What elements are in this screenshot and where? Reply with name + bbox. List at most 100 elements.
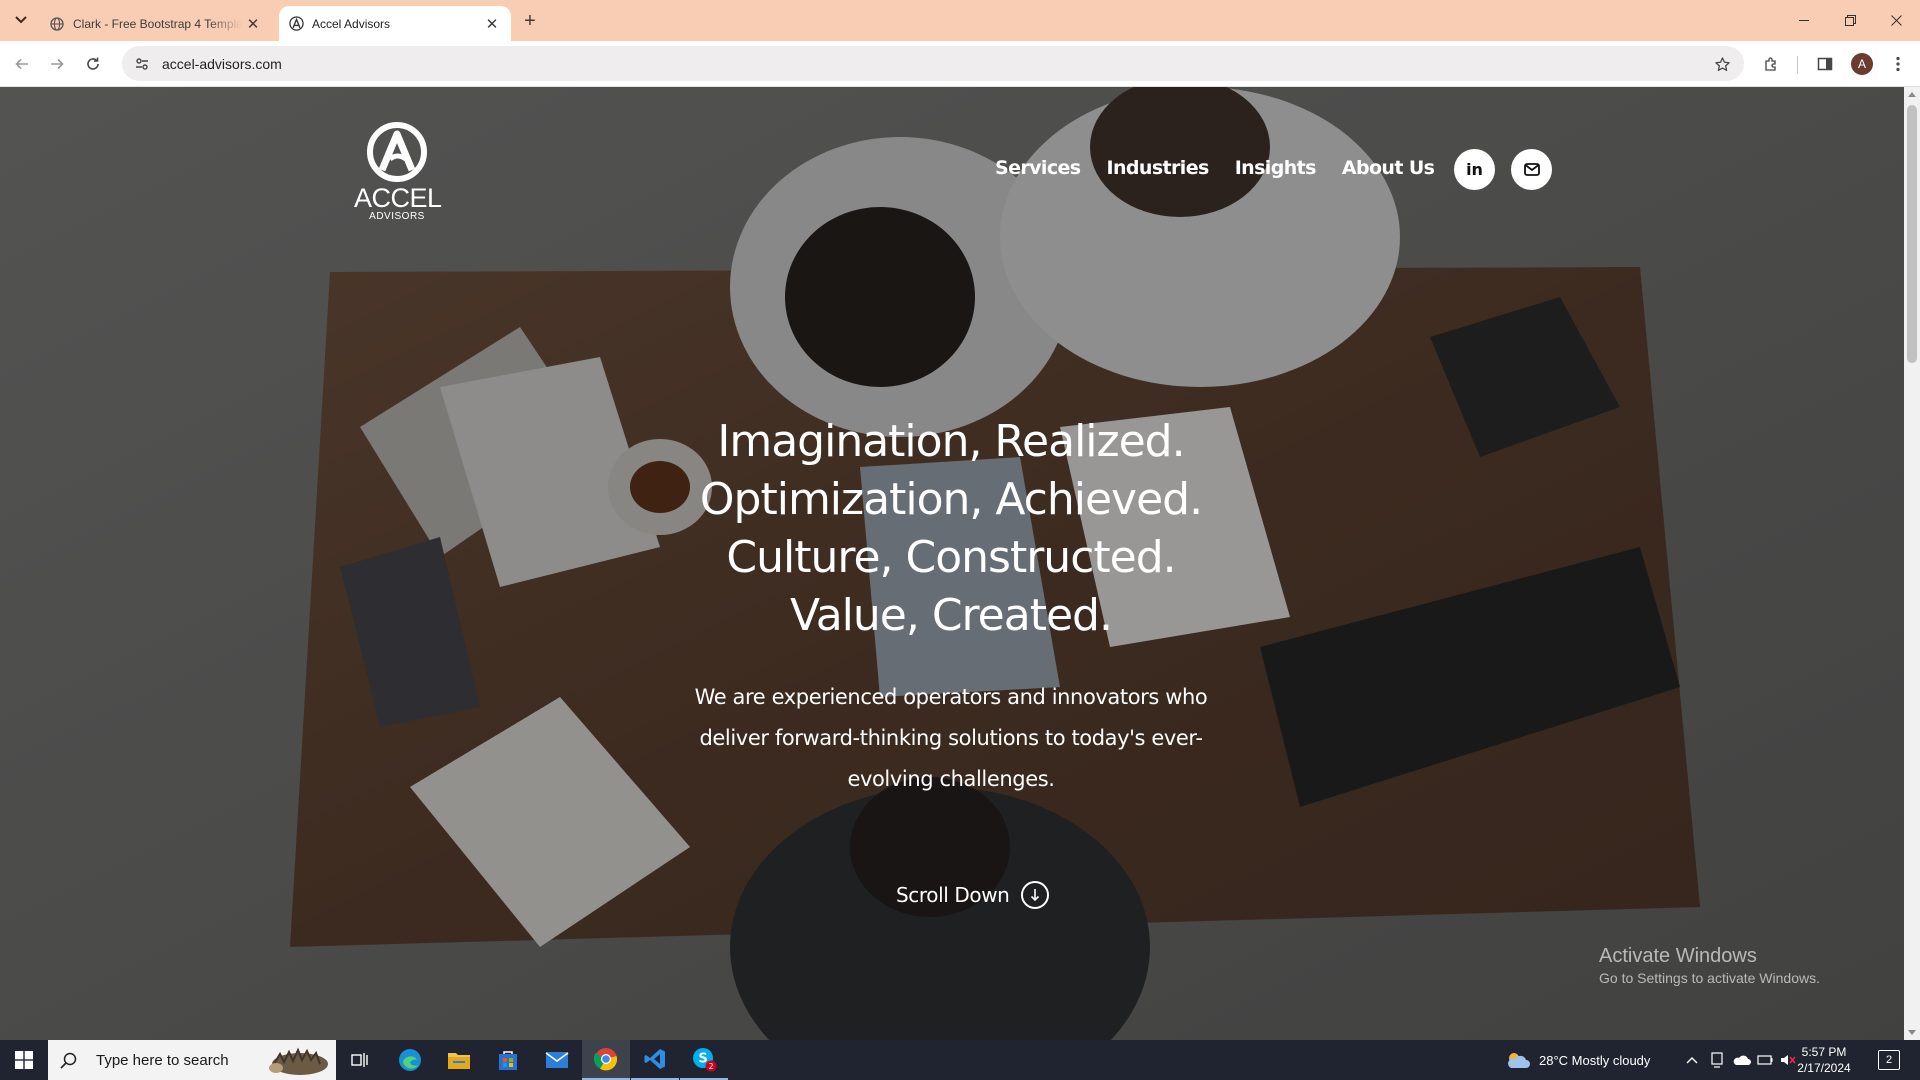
- notification-count: 2: [1885, 1054, 1893, 1066]
- arrow-left-icon: [15, 58, 28, 70]
- email-button[interactable]: [1511, 149, 1552, 190]
- mail-app-icon: [545, 1052, 569, 1068]
- side-panel-button[interactable]: [1811, 50, 1839, 78]
- logo-wordmark: ACCEL: [354, 183, 442, 213]
- clock-date: 2/17/2024: [1797, 1061, 1851, 1075]
- windows-taskbar: Type here to search S2 28°C Mostly cloud…: [0, 1040, 1920, 1080]
- restore-icon: [1844, 15, 1856, 26]
- puzzle-icon: [1765, 57, 1776, 71]
- headline-line: Culture, Constructed.: [726, 532, 1176, 583]
- windows-logo-icon: [15, 1051, 33, 1069]
- close-tab-icon[interactable]: ✕: [242, 13, 264, 35]
- minimize-icon: [1799, 19, 1809, 21]
- search-highlight-image: [269, 1047, 328, 1075]
- taskbar-microsoft-store[interactable]: [484, 1040, 532, 1080]
- url-text: accel-advisors.com: [162, 55, 282, 72]
- toolbar-divider: [1797, 56, 1798, 74]
- activate-windows-watermark: Activate Windows Go to Settings to activ…: [1599, 944, 1820, 988]
- profile-avatar[interactable]: A: [1851, 53, 1873, 75]
- search-placeholder: Type here to search: [96, 1051, 229, 1069]
- taskbar-clock[interactable]: 5:57 PM 2/17/2024: [1786, 1044, 1862, 1076]
- edge-icon: [399, 1049, 421, 1071]
- clock-time: 5:57 PM: [1801, 1045, 1847, 1059]
- taskbar-search[interactable]: Type here to search: [48, 1040, 336, 1080]
- taskbar-mail[interactable]: [533, 1040, 581, 1080]
- nav-services[interactable]: Services: [995, 157, 1081, 179]
- watermark-title: Activate Windows: [1599, 945, 1757, 967]
- reload-icon: [87, 57, 99, 70]
- back-button[interactable]: [8, 50, 36, 78]
- notification-center-button[interactable]: 2: [1878, 1050, 1900, 1070]
- start-button[interactable]: [0, 1040, 48, 1080]
- browser-toolbar: accel-advisors.com A: [0, 41, 1920, 87]
- device-icon: [1711, 1052, 1723, 1068]
- page-viewport: ACCEL ADVISORS Services Industries Insig…: [0, 87, 1904, 1040]
- nav-about-us[interactable]: About Us: [1342, 157, 1435, 179]
- vscode-icon: [644, 1049, 665, 1069]
- taskbar-skype[interactable]: S2: [680, 1040, 728, 1080]
- tray-device-icon[interactable]: [1710, 1040, 1724, 1080]
- browser-tab-clark[interactable]: Clark - Free Bootstrap 4 Template ✕: [40, 6, 272, 41]
- scroll-up-arrow-icon[interactable]: [1908, 92, 1916, 97]
- globe-icon: [49, 16, 65, 32]
- browser-menu-button[interactable]: [1884, 50, 1912, 78]
- close-icon: [1890, 15, 1902, 26]
- skype-icon: S2: [693, 1048, 717, 1072]
- minimize-button[interactable]: [1781, 0, 1827, 41]
- hero-headline: Imagination, Realized. Optimization, Ach…: [500, 413, 1402, 645]
- show-hidden-icons[interactable]: [1686, 1040, 1698, 1080]
- scroll-down-label: Scroll Down: [896, 883, 1010, 907]
- more-vertical-icon: [1896, 56, 1900, 72]
- scrollbar-thumb[interactable]: [1907, 105, 1917, 363]
- close-window-button[interactable]: [1873, 0, 1919, 41]
- cloud-sun-icon: [1508, 1053, 1530, 1068]
- scroll-down-link[interactable]: Scroll Down: [896, 881, 1050, 909]
- nav-insights[interactable]: Insights: [1235, 157, 1317, 179]
- taskbar-vscode[interactable]: [631, 1040, 679, 1080]
- network-icon: [1757, 1055, 1773, 1065]
- weather-widget[interactable]: 28°C Mostly cloudy: [1505, 1040, 1650, 1080]
- nav-industries[interactable]: Industries: [1107, 157, 1210, 179]
- chevron-down-icon: [15, 16, 27, 24]
- headline-line: Value, Created.: [790, 590, 1113, 641]
- address-bar[interactable]: accel-advisors.com: [122, 46, 1744, 81]
- site-settings-icon[interactable]: [128, 50, 156, 78]
- task-view-button[interactable]: [336, 1040, 384, 1080]
- taskbar-edge[interactable]: [386, 1040, 434, 1080]
- bookmark-star-icon[interactable]: [1708, 50, 1736, 78]
- accel-logo-icon: [367, 122, 427, 182]
- weather-text: 28°C Mostly cloudy: [1539, 1052, 1651, 1068]
- tab-search-button[interactable]: [9, 8, 33, 32]
- onedrive-icon: [1733, 1055, 1751, 1065]
- reload-button[interactable]: [79, 50, 107, 78]
- page-scrollbar[interactable]: [1904, 87, 1920, 1040]
- arrow-right-icon: [51, 58, 64, 70]
- taskbar-file-explorer[interactable]: [435, 1040, 483, 1080]
- mail-icon: [1523, 163, 1540, 176]
- site-logo[interactable]: ACCEL ADVISORS: [354, 121, 442, 233]
- accel-favicon-icon: [288, 16, 304, 32]
- skype-badge: 2: [708, 1062, 713, 1071]
- store-icon: [499, 1051, 517, 1070]
- new-tab-button[interactable]: +: [518, 9, 542, 33]
- taskbar-chrome[interactable]: [582, 1040, 630, 1080]
- arrow-down-circle-icon: [1021, 881, 1050, 909]
- tab-title: Clark - Free Bootstrap 4 Template: [73, 16, 242, 31]
- forward-button[interactable]: [43, 50, 71, 78]
- headline-line: Optimization, Achieved.: [699, 474, 1203, 525]
- tab-title: Accel Advisors: [312, 16, 391, 31]
- chrome-icon: [594, 1048, 618, 1071]
- linkedin-button[interactable]: in: [1454, 149, 1495, 190]
- close-tab-icon[interactable]: ✕: [481, 13, 503, 35]
- headline-line: Imagination, Realized.: [717, 416, 1185, 467]
- tray-network[interactable]: [1757, 1040, 1773, 1080]
- search-icon: [60, 1052, 80, 1069]
- browser-tab-strip: Clark - Free Bootstrap 4 Template ✕ Acce…: [0, 0, 1920, 41]
- watermark-subtitle: Go to Settings to activate Windows.: [1599, 970, 1820, 986]
- browser-tab-accel[interactable]: Accel Advisors ✕: [279, 6, 511, 41]
- tray-onedrive[interactable]: [1733, 1040, 1751, 1080]
- folder-icon: [448, 1053, 470, 1069]
- restore-button[interactable]: [1827, 0, 1873, 41]
- scroll-down-arrow-icon[interactable]: [1908, 1030, 1916, 1035]
- extensions-button[interactable]: [1758, 50, 1786, 78]
